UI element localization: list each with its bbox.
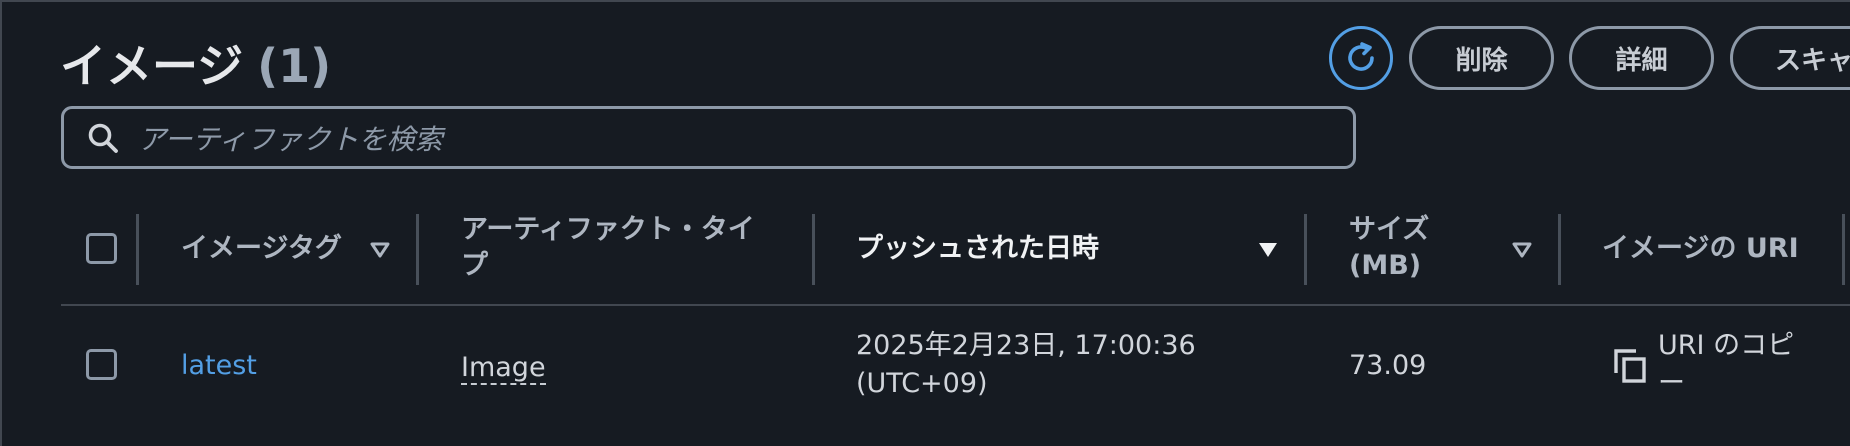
page-title: イメージ (1)	[60, 30, 331, 96]
column-header-size[interactable]: サイズ (MB)	[1349, 212, 1429, 284]
row-checkbox[interactable]	[86, 349, 117, 380]
select-all-checkbox[interactable]	[86, 233, 117, 264]
sort-down-filled-icon[interactable]	[1257, 241, 1279, 259]
column-divider	[1304, 214, 1307, 285]
image-tag-link[interactable]: latest	[181, 347, 257, 385]
sort-down-outline-icon[interactable]	[1511, 241, 1533, 259]
column-header-pushed-at[interactable]: プッシュされた日時	[856, 231, 1099, 267]
pushed-at-cell: 2025年2月23日, 17:00:36 (UTC+09)	[856, 330, 1196, 399]
column-header-artifact-type[interactable]: アーティファクト・タイ プ	[461, 212, 755, 284]
copy-icon[interactable]	[1612, 347, 1648, 385]
scan-button[interactable]: スキャ	[1730, 26, 1850, 90]
column-divider	[136, 214, 139, 285]
details-button[interactable]: 詳細	[1569, 26, 1714, 90]
sort-down-outline-icon[interactable]	[369, 241, 391, 259]
size-cell: 73.09	[1349, 350, 1427, 381]
image-count: (1)	[257, 39, 332, 93]
artifact-type-value[interactable]: Image	[461, 352, 546, 385]
refresh-icon	[1348, 42, 1374, 71]
artifact-type-cell: Image	[461, 349, 546, 387]
page-title-text: イメージ	[60, 39, 244, 93]
search-icon	[86, 121, 120, 155]
column-header-uri: イメージの URI	[1602, 233, 1799, 264]
column-divider	[1558, 214, 1561, 285]
table-header-separator	[61, 304, 1850, 306]
search-input[interactable]: アーティファクトを検索	[138, 118, 443, 158]
column-divider	[1842, 214, 1845, 285]
column-divider	[416, 214, 419, 285]
column-divider	[812, 214, 815, 285]
search-field[interactable]: アーティファクトを検索	[61, 106, 1356, 169]
delete-button[interactable]: 削除	[1409, 26, 1554, 90]
copy-uri-button[interactable]: URI のコピ ー	[1658, 327, 1794, 403]
column-header-tag[interactable]: イメージタグ	[181, 231, 342, 267]
refresh-button[interactable]	[1329, 26, 1393, 90]
